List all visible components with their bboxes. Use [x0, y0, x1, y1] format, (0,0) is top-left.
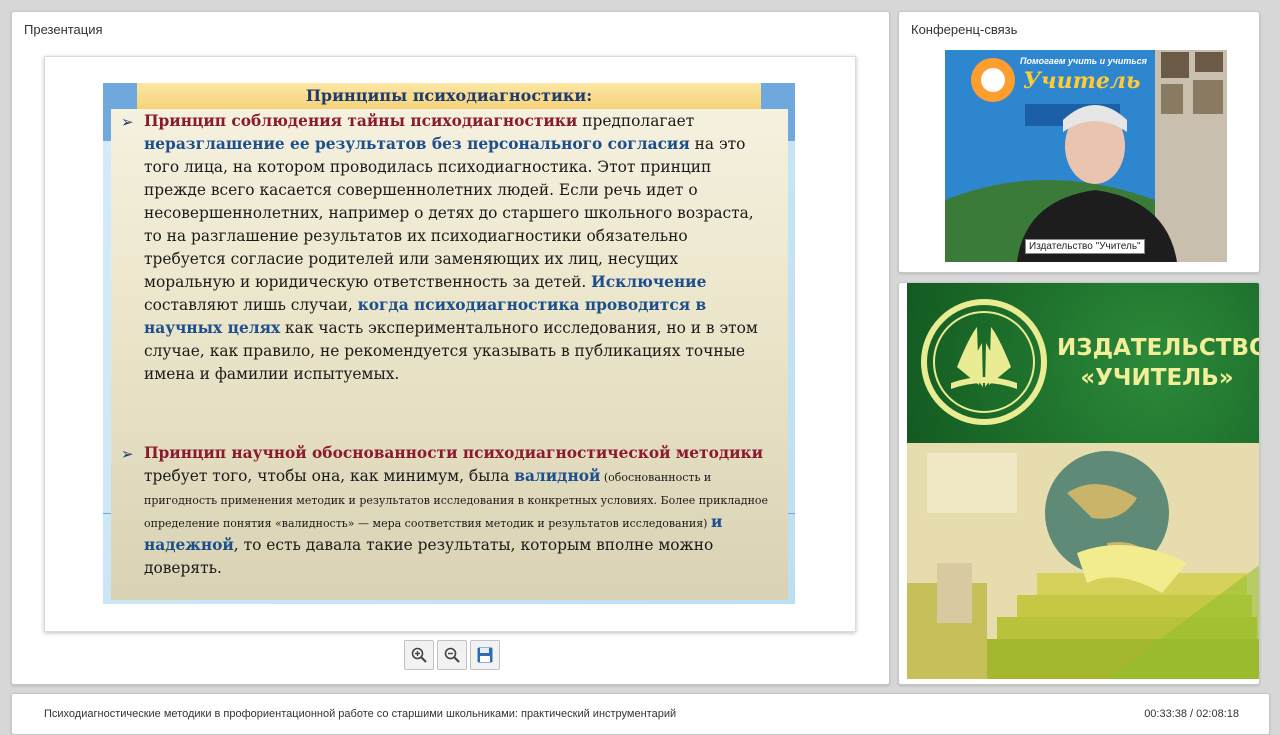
publisher-banner: ИЗДАТЕЛЬСТВО «УЧИТЕЛЬ» [898, 282, 1260, 685]
footer-bar: Психодиагностические методики в профорие… [11, 693, 1270, 735]
publisher-name-line-2: «УЧИТЕЛЬ» [1080, 365, 1234, 391]
slide-viewer[interactable]: Принципы психодиагностики: ➢ Принцип соб… [44, 56, 856, 632]
poster-logo-text: Учитель [1023, 68, 1141, 94]
text-span: требует того, чтобы она, как минимум, бы… [144, 467, 515, 485]
bullet-arrow-icon: ➢ [121, 445, 134, 463]
principle-1-title: Принцип соблюдения тайны психодиагностик… [144, 112, 578, 130]
highlight-span: валидной [514, 467, 601, 485]
webinar-title: Психодиагностические методики в профорие… [44, 708, 677, 720]
video-caption: Издательство "Учитель" [1025, 239, 1145, 254]
text-span: предполагает [577, 112, 695, 130]
poster-slogan: Помогаем учить и учиться [1020, 56, 1147, 66]
bullet-arrow-icon: ➢ [121, 113, 134, 131]
publisher-name: ИЗДАТЕЛЬСТВО «УЧИТЕЛЬ» [1057, 333, 1260, 393]
floppy-disk-icon [477, 647, 493, 663]
slide: Принципы психодиагностики: ➢ Принцип соб… [103, 83, 795, 604]
zoom-out-icon [444, 647, 460, 663]
principle-2-title: Принцип научной обоснованности психодиаг… [144, 444, 764, 462]
conference-panel: Конференц-связь Помогаем учить и учиться… [898, 11, 1260, 273]
zoom-in-button[interactable] [404, 640, 434, 670]
playback-time: 00:33:38 / 02:08:18 [1144, 708, 1239, 720]
highlight-span: неразглашение ее результатов без персона… [144, 135, 690, 153]
banner-image [907, 443, 1259, 679]
books-globe-illustration [907, 443, 1259, 679]
slide-body: ➢ Принцип соблюдения тайны психодиагност… [111, 109, 788, 600]
text-span: составляют лишь случаи, [144, 296, 358, 314]
text-span: на это того лица, на котором проводилась… [144, 135, 754, 291]
slide-paragraph-1: Принцип соблюдения тайны психодиагностик… [144, 110, 774, 386]
highlight-span: Исключение [591, 273, 707, 291]
slide-heading: Принципы психодиагностики: [137, 83, 761, 109]
conference-title: Конференц-связь [911, 22, 1018, 37]
slide-paragraph-2: Принцип научной обоснованности психодиаг… [144, 442, 774, 580]
publisher-name-line-1: ИЗДАТЕЛЬСТВО [1057, 335, 1260, 361]
video-feed[interactable]: Помогаем учить и учиться Учитель Издател… [945, 50, 1227, 262]
publisher-logo-icon [921, 299, 1047, 425]
zoom-out-button[interactable] [437, 640, 467, 670]
presentation-panel: Презентация Принципы психодиагностики: ➢… [11, 11, 890, 685]
banner-header: ИЗДАТЕЛЬСТВО «УЧИТЕЛЬ» [907, 283, 1260, 443]
save-button[interactable] [470, 640, 500, 670]
zoom-in-icon [411, 647, 427, 663]
presentation-title: Презентация [24, 22, 103, 37]
